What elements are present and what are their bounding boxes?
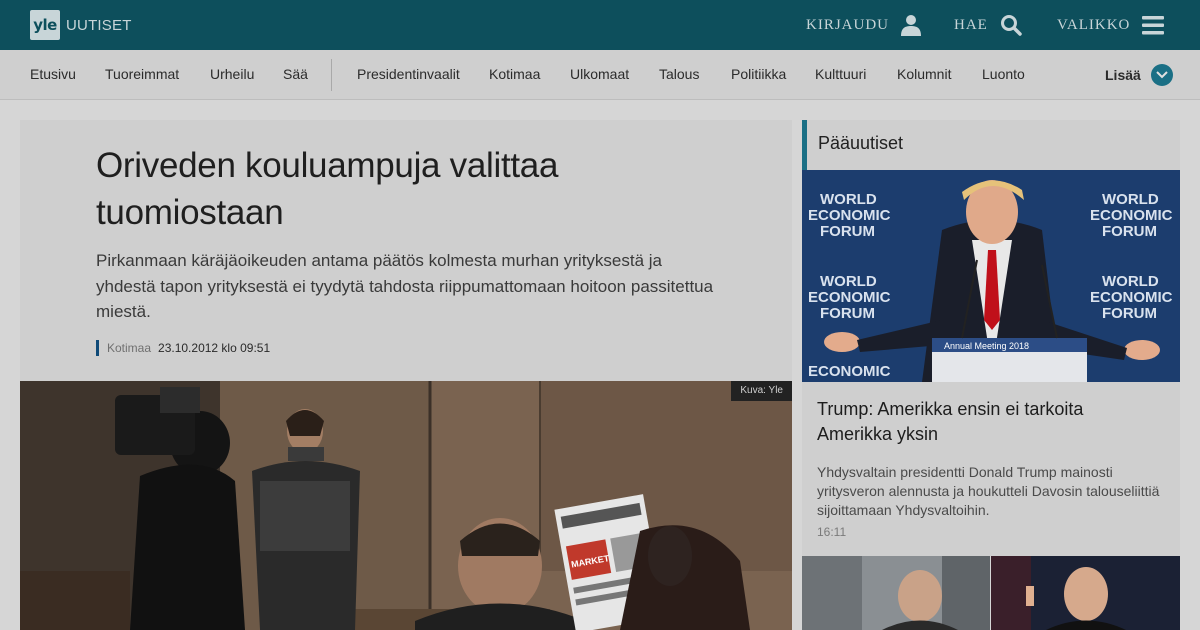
section-nav: Etusivu Tuoreimmat Urheilu Sää President…: [0, 50, 1200, 100]
backdrop-text: WORLD: [1102, 273, 1159, 290]
menu-label: VALIKKO: [1057, 16, 1131, 33]
nav-item-urheilu[interactable]: Urheilu: [210, 50, 254, 99]
chevron-down-icon: [1150, 63, 1173, 86]
backdrop-text: WORLD: [820, 273, 877, 290]
backdrop-text: WORLD: [1102, 191, 1159, 208]
thumbnail-image: [991, 556, 1180, 630]
news-thumbnail[interactable]: [991, 556, 1180, 630]
login-label: KIRJAUDU: [806, 16, 889, 33]
yle-logo-mark: yle: [30, 10, 60, 40]
article-date: 23.10.2012 klo 09:51: [158, 341, 271, 355]
search-button[interactable]: HAE: [954, 12, 1022, 38]
nav-item-kolumnit[interactable]: Kolumnit: [897, 50, 951, 99]
news-thumbnail[interactable]: [802, 556, 990, 630]
search-icon: [1000, 14, 1022, 36]
backdrop-text: ECONOMIC: [1090, 289, 1173, 306]
image-credit: Kuva: Yle: [731, 381, 792, 401]
nav-item-etusivu[interactable]: Etusivu: [30, 50, 76, 99]
nav-item-tuoreimmat[interactable]: Tuoreimmat: [105, 50, 179, 99]
nav-item-kotimaa[interactable]: Kotimaa: [489, 50, 540, 99]
article-meta: Kotimaa 23.10.2012 klo 09:51: [96, 340, 270, 356]
nav-more-label: Lisää: [1105, 66, 1141, 83]
nav-item-kulttuuri[interactable]: Kulttuuri: [815, 50, 866, 99]
backdrop-text: FORUM: [820, 305, 875, 322]
backdrop-text: FORUM: [1102, 223, 1157, 240]
backdrop-text: WORLD: [820, 191, 877, 208]
article-lead: Pirkanmaan käräjäoikeuden antama päätös …: [96, 251, 714, 321]
backdrop-text: ECONOMIC: [808, 289, 891, 306]
davos-speech-photo-illustration: WORLD ECONOMIC FORUM WORLD ECONOMIC FORU…: [802, 170, 1180, 382]
nav-item-presidentinvaalit[interactable]: Presidentinvaalit: [357, 50, 460, 99]
section-accent-bar: [802, 120, 807, 170]
top-news-heading: Pääuutiset: [818, 133, 904, 153]
thumbnail-image: [802, 556, 990, 630]
category-marker: [96, 340, 99, 356]
nav-item-talous[interactable]: Talous: [659, 50, 699, 99]
nav-item-luonto[interactable]: Luonto: [982, 50, 1025, 99]
nav-item-saa[interactable]: Sää: [283, 50, 308, 99]
top-news-lead: Yhdysvaltain presidentti Donald Trump ma…: [817, 464, 1160, 518]
nav-more-button[interactable]: Lisää: [1105, 50, 1173, 99]
login-button[interactable]: KIRJAUDU: [806, 12, 921, 38]
hamburger-menu-icon: [1142, 15, 1165, 35]
nav-divider: [331, 59, 332, 91]
backdrop-text: FORUM: [1102, 305, 1157, 322]
nav-item-ulkomaat[interactable]: Ulkomaat: [570, 50, 629, 99]
article-headline[interactable]: Oriveden kouluampuja valittaa tuomiostaa…: [96, 142, 716, 236]
user-icon: [901, 14, 921, 36]
yle-uutiset-logo[interactable]: yle UUTISET: [30, 10, 132, 40]
backdrop-text: ECONOMIC: [808, 207, 891, 224]
top-news-headline[interactable]: Trump: Amerikka ensin ei tarkoita Amerik…: [817, 397, 1147, 447]
top-news-time: 16:11: [817, 525, 847, 539]
podium-text: Annual Meeting 2018: [944, 341, 1029, 351]
backdrop-text: ECONOMIC: [1090, 207, 1173, 224]
top-news-photo[interactable]: WORLD ECONOMIC FORUM WORLD ECONOMIC FORU…: [802, 170, 1180, 382]
backdrop-text: ECONOMIC: [808, 363, 891, 380]
courtroom-photo-illustration: MARKET: [20, 381, 792, 630]
backdrop-text: FORUM: [820, 223, 875, 240]
article-photo[interactable]: MARKET Kuva: Yle: [20, 381, 792, 630]
search-label: HAE: [954, 16, 988, 33]
article-category[interactable]: Kotimaa: [107, 341, 151, 355]
nav-item-politiikka[interactable]: Politiikka: [731, 50, 786, 99]
top-header: yle UUTISET KIRJAUDU HAE VALIKKO: [0, 0, 1200, 50]
menu-button[interactable]: VALIKKO: [1057, 12, 1165, 38]
uutiset-wordmark: UUTISET: [66, 16, 132, 34]
